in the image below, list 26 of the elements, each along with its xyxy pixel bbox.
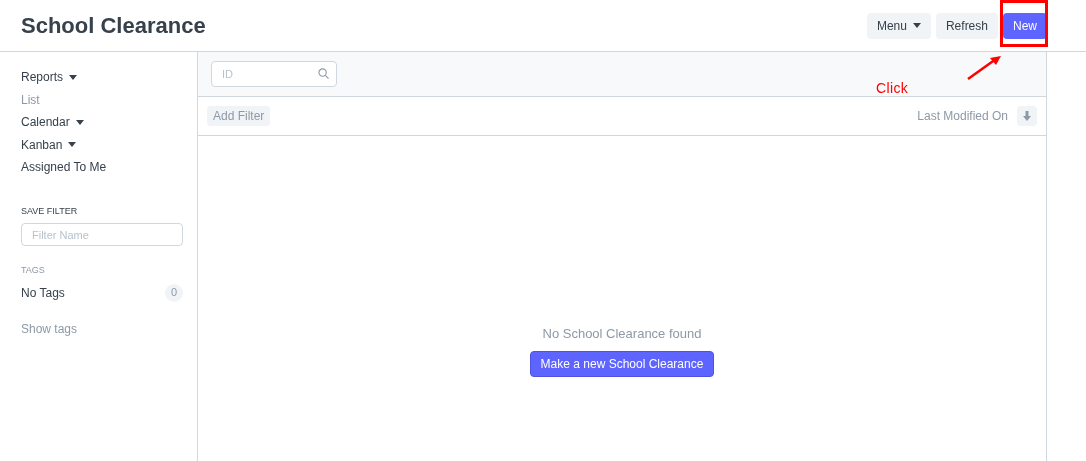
make-new-button[interactable]: Make a new School Clearance — [529, 351, 715, 378]
sidebar-item[interactable]: Calendar — [21, 111, 183, 134]
tag-count: 0 — [165, 283, 183, 302]
page-title: School Clearance — [21, 12, 206, 40]
sidebar-item[interactable]: Assigned To Me — [21, 156, 183, 179]
caret-icon — [68, 142, 77, 148]
down-arrow-icon — [1023, 111, 1031, 121]
highlight-frame — [1000, 0, 1048, 47]
caret-icon — [69, 74, 78, 80]
sort-order-button[interactable] — [1017, 106, 1037, 126]
caret-icon — [75, 119, 84, 125]
sidebar-item[interactable]: Kanban — [21, 133, 183, 156]
caret-icon — [912, 23, 921, 28]
search-icon — [318, 68, 329, 79]
section-heading: TAGS — [21, 264, 46, 277]
section-heading: SAVE FILTER — [21, 204, 79, 218]
refresh-button[interactable]: Refresh — [935, 12, 998, 39]
empty-message: No School Clearance found — [542, 324, 702, 343]
menu-button[interactable]: Menu — [866, 12, 931, 39]
tag-label: No Tags — [21, 284, 65, 302]
new-button[interactable]: New — [1003, 12, 1047, 39]
sidebar-item[interactable]: Reports — [21, 66, 183, 89]
annotation-label: Click — [876, 79, 909, 98]
search-field[interactable]: ID — [211, 61, 337, 87]
filter-name-field[interactable]: Filter Name — [21, 223, 183, 246]
arrow-icon — [966, 55, 1002, 81]
